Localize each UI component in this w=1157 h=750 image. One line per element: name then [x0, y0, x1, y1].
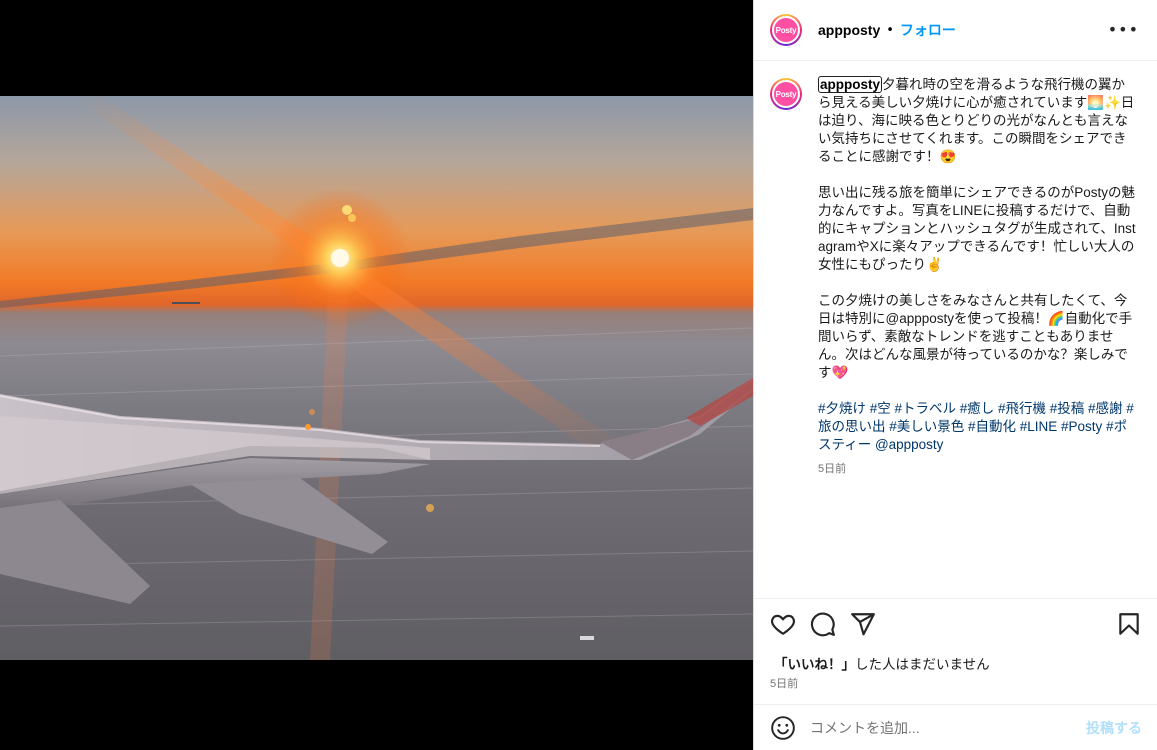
sunset-wing-illustration — [0, 96, 753, 660]
post-media — [0, 0, 753, 750]
post-photo[interactable] — [0, 96, 753, 660]
follow-button[interactable]: フォロー — [900, 20, 956, 40]
caption-row: Posty appposty 夕暮れ時の空を滑るような飛行機の翼から見える美しい夕… — [770, 76, 1142, 382]
likes-rest: した人はまだいません — [855, 657, 990, 672]
bookmark-icon[interactable] — [1116, 611, 1142, 637]
likes-label: 「いいね！」 — [774, 657, 855, 672]
caption-avatar[interactable]: Posty — [770, 78, 802, 110]
send-icon[interactable] — [850, 611, 876, 637]
caption-section: Posty appposty 夕暮れ時の空を滑るような飛行機の翼から見える美しい夕… — [754, 62, 1157, 598]
emoji-icon[interactable] — [770, 715, 796, 741]
post-actions-area: 「いいね！」した人はまだいません 5日前 — [754, 598, 1157, 704]
caption-timestamp: 5日前 — [818, 463, 847, 475]
caption-body: 夕暮れ時の空を滑るような飛行機の翼から見える美しい夕焼けに心が癒されています🌅✨… — [818, 77, 1136, 380]
caption-text: appposty 夕暮れ時の空を滑るような飛行機の翼から見える美しい夕焼けに心が癒… — [818, 76, 1136, 382]
post-sidebar: Posty appposty • フォロー ••• Posty appposty… — [753, 0, 1157, 750]
action-bar — [770, 611, 1142, 639]
comment-icon[interactable] — [810, 611, 836, 637]
post-header: Posty appposty • フォロー ••• — [754, 0, 1157, 61]
author-username[interactable]: appposty — [818, 22, 880, 38]
avatar-logo-text: Posty — [772, 80, 800, 108]
caption-username[interactable]: appposty — [818, 76, 883, 93]
comment-bar: 投稿する — [754, 704, 1157, 750]
post-timestamp: 5日前 — [770, 678, 799, 690]
avatar-logo-text: Posty — [772, 16, 800, 44]
author-avatar[interactable]: Posty — [770, 14, 802, 46]
likes-summary: 「いいね！」した人はまだいません — [774, 653, 990, 673]
caption-hashtags[interactable]: #夕焼け #空 #トラベル #癒し #飛行機 #投稿 #感謝 #旅の思い出 #美… — [818, 400, 1136, 454]
more-options-icon[interactable]: ••• — [1108, 22, 1139, 38]
heart-icon[interactable] — [770, 611, 796, 637]
post-comment-button[interactable]: 投稿する — [1086, 718, 1142, 738]
comment-input[interactable] — [810, 719, 1076, 736]
separator-dot: • — [886, 22, 894, 38]
